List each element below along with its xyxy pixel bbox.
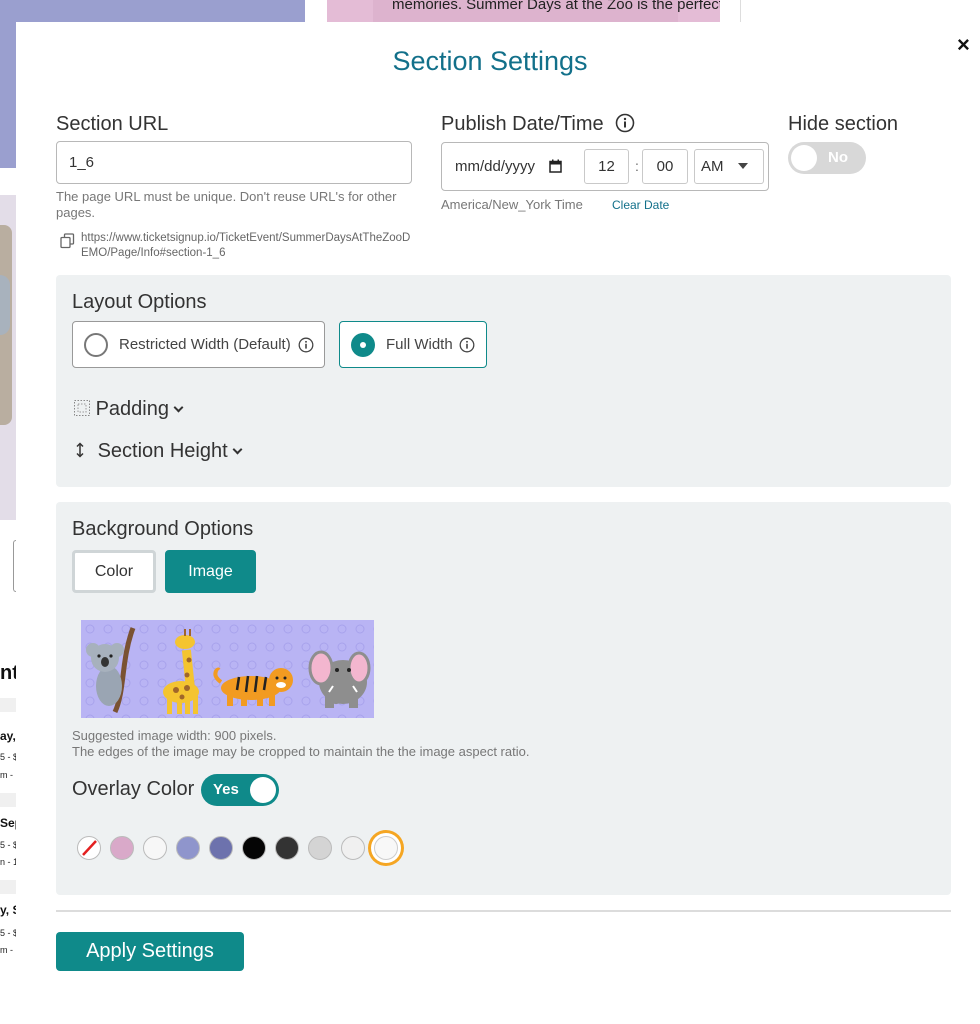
background-separator <box>0 880 16 894</box>
background-image-preview[interactable] <box>81 620 374 718</box>
hour-input[interactable]: 12 <box>584 149 629 184</box>
date-input[interactable]: mm/dd/yyyy <box>455 158 535 175</box>
vertical-arrows-icon <box>76 442 84 458</box>
clear-date-link[interactable]: Clear Date <box>612 198 669 212</box>
publish-datetime-field: mm/dd/yyyy 12 : 00 AM <box>441 142 769 191</box>
chevron-down-icon <box>173 402 184 413</box>
background-options-title: Background Options <box>72 518 254 540</box>
chevron-down-icon <box>232 444 243 455</box>
padding-expander[interactable]: Padding <box>74 398 184 421</box>
background-separator <box>0 793 16 807</box>
apply-settings-button[interactable]: Apply Settings <box>56 932 244 971</box>
section-full-url: https://www.ticketsignup.io/TicketEvent/… <box>81 232 411 259</box>
suggested-width-text: Suggested image width: 900 pixels. <box>72 728 277 743</box>
timezone-label: America/New_York Time <box>441 197 583 212</box>
full-width-label: Full Width <box>386 336 453 353</box>
radio-button[interactable] <box>84 333 108 357</box>
ampm-select[interactable]: AM <box>694 149 764 184</box>
section-url-label: Section URL <box>56 113 169 135</box>
background-event-time: m - <box>0 945 13 955</box>
hide-section-label: Hide section <box>788 113 899 135</box>
swatch-white[interactable] <box>143 836 167 860</box>
swatch-white-selected[interactable] <box>374 836 398 860</box>
caret-down-icon <box>738 163 748 169</box>
background-separator <box>0 698 16 712</box>
crop-note-text: The edges of the image may be cropped to… <box>72 744 530 759</box>
toggle-text: No <box>828 149 848 166</box>
background-event-time: m - <box>0 770 13 780</box>
section-url-input[interactable]: 1_6 <box>56 141 412 184</box>
swatch-none[interactable] <box>77 836 101 860</box>
background-event-price: 5 - $ <box>0 928 16 938</box>
zoo-animals-image <box>81 620 374 718</box>
image-button[interactable]: Image <box>165 550 256 593</box>
padding-label: Padding <box>95 398 169 420</box>
background-banner-text: memories. Summer Days at the Zoo is the … <box>392 0 720 13</box>
overlay-color-toggle[interactable]: Yes <box>201 774 279 806</box>
copy-icon[interactable] <box>60 233 76 249</box>
restricted-width-option[interactable]: Restricted Width (Default) <box>72 321 325 368</box>
minute-input[interactable]: 00 <box>642 149 688 184</box>
background-event-title: y, S <box>0 903 16 917</box>
info-icon[interactable] <box>298 337 314 353</box>
toggle-knob <box>250 777 276 803</box>
swatch-periwinkle[interactable] <box>176 836 200 860</box>
section-url-help: The page URL must be unique. Don't reuse… <box>56 189 397 220</box>
calendar-icon[interactable] <box>549 159 562 173</box>
radio-button-selected[interactable] <box>351 333 375 357</box>
section-height-expander[interactable]: Section Height <box>74 440 243 463</box>
background-event-price: 5 - $ <box>0 752 16 762</box>
ampm-value: AM <box>701 158 724 175</box>
info-icon[interactable] <box>459 337 475 353</box>
layout-options-panel: Layout Options Restricted Width (Default… <box>56 275 951 487</box>
swatch-black[interactable] <box>242 836 266 860</box>
background-banner: memories. Summer Days at the Zoo is the … <box>327 0 720 22</box>
full-width-option[interactable]: Full Width <box>339 321 487 368</box>
background-event-title: Sep <box>0 816 16 830</box>
swatch-pink[interactable] <box>110 836 134 860</box>
dotted-grid-icon <box>74 400 90 416</box>
swatch-charcoal[interactable] <box>275 836 299 860</box>
restricted-width-label: Restricted Width (Default) <box>119 336 291 353</box>
modal-title: Section Settings <box>392 46 588 76</box>
swatch-slate-blue[interactable] <box>209 836 233 860</box>
background-left-image <box>0 195 16 520</box>
info-icon[interactable] <box>615 113 635 133</box>
hide-section-toggle[interactable]: No <box>788 142 866 174</box>
background-heading: nt <box>0 662 16 684</box>
swatch-light-gray[interactable] <box>308 836 332 860</box>
time-separator: : <box>635 158 639 174</box>
swatch-off-white[interactable] <box>341 836 365 860</box>
overlay-color-label: Overlay Color <box>72 778 195 800</box>
toggle-knob <box>791 145 817 171</box>
no-color-icon <box>82 840 97 856</box>
background-koala-shape <box>0 275 10 335</box>
background-event-title: ay, <box>0 729 16 743</box>
toggle-text: Yes <box>213 781 239 798</box>
background-divider <box>740 0 741 22</box>
background-event-time: n - 1 <box>0 857 16 867</box>
publish-datetime-text: Publish Date/Time <box>441 113 604 135</box>
section-height-label: Section Height <box>97 440 228 462</box>
background-event-price: 5 - $ <box>0 840 16 850</box>
publish-datetime-label: Publish Date/Time <box>441 113 635 136</box>
footer-divider <box>56 910 951 912</box>
color-button[interactable]: Color <box>72 550 156 593</box>
layout-options-title: Layout Options <box>72 291 207 313</box>
